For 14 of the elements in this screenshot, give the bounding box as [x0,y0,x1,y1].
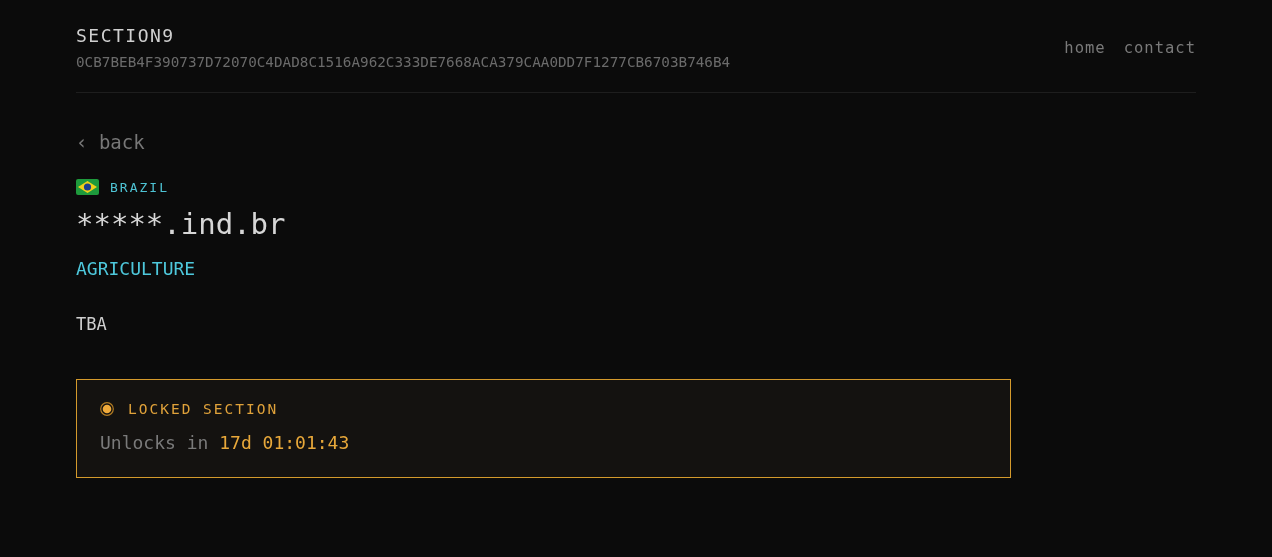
nav-link[interactable]: contact [1123,38,1196,57]
domain-heading: *****.ind.br [76,206,287,243]
hash-text: 0CB7BEB4F390737D72070C4DAD8C1516A962C333DE7668ACA379CAA0DD7F1277CB6703B746B4 [76,53,731,71]
brazil-flag-icon [76,179,99,195]
description-text: TBA [76,313,108,336]
site-title: SECTION9 [76,24,176,48]
nav-link[interactable]: home [1064,38,1106,57]
back-link[interactable]: ‹ back [76,129,145,155]
status-dot-icon [100,402,114,416]
sector-label: AGRICULTURE [76,257,197,281]
unlock-label: Unlocks in [100,432,209,453]
locked-title: LOCKED SECTION [128,401,279,417]
countdown-timer: 17d 01:01:43 [219,432,350,453]
country-label: BRAZIL [110,179,169,195]
